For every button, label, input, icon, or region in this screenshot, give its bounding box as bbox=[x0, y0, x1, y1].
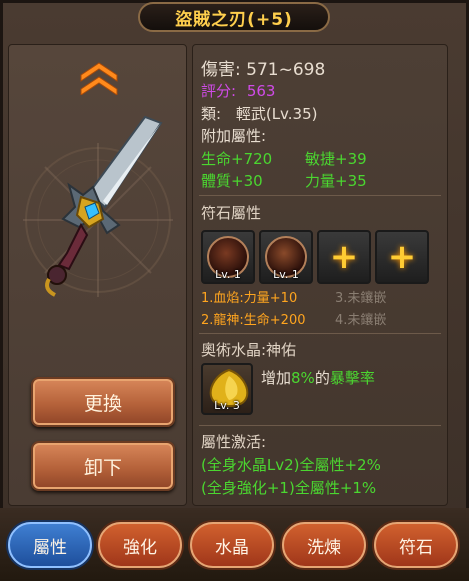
replace-button[interactable]: 更換 bbox=[31, 377, 175, 427]
type-value: 輕武(Lv.35) bbox=[235, 105, 318, 123]
extra-attr-label: 附加屬性: bbox=[201, 127, 267, 145]
add-rune-icon: + bbox=[387, 237, 417, 277]
rune-slot-2[interactable]: Lv. 1 bbox=[259, 230, 313, 284]
rune-line-4: 4.未鑲嵌 bbox=[335, 313, 387, 328]
tab-crystal[interactable]: 水晶 bbox=[190, 522, 274, 568]
type-label: 類: bbox=[201, 105, 222, 123]
crystal-section-title: 奧術水晶:神佑 bbox=[201, 341, 297, 359]
tab-refine[interactable]: 洗煉 bbox=[282, 522, 366, 568]
rune-slot-3[interactable]: + bbox=[317, 230, 371, 284]
upgrade-chevron-icon bbox=[80, 62, 118, 95]
tab-attributes[interactable]: 屬性 bbox=[8, 522, 92, 568]
rune-line-1: 1.血焰:力量+10 bbox=[201, 291, 298, 306]
unequip-button[interactable]: 卸下 bbox=[31, 441, 175, 491]
divider bbox=[199, 195, 441, 196]
type-row: 類: 輕武(Lv.35) bbox=[201, 103, 317, 124]
extra-attr-strength: 力量+35 bbox=[305, 172, 367, 190]
item-details-panel: 傷害: 571~698 評分: 563 類: 輕武(Lv.35) 附加屬性: 生… bbox=[192, 44, 448, 506]
divider bbox=[199, 425, 441, 426]
damage-value: 571~698 bbox=[246, 60, 326, 80]
crystal-slot[interactable]: Lv. 3 bbox=[201, 363, 253, 415]
rune-section-title: 符石屬性 bbox=[201, 204, 262, 222]
rune-slot-4[interactable]: + bbox=[375, 230, 429, 284]
damage-label: 傷害: bbox=[201, 60, 241, 80]
rating-value: 563 bbox=[246, 82, 276, 100]
extra-attr-constitution: 體質+30 bbox=[201, 172, 263, 190]
item-title: 盜賊之刃(+5) bbox=[138, 2, 330, 32]
rating-label: 評分: bbox=[201, 82, 237, 100]
divider bbox=[199, 333, 441, 334]
tab-enhance[interactable]: 強化 bbox=[98, 522, 182, 568]
rune-slot-level: Lv. 1 bbox=[215, 268, 241, 281]
rating-row: 評分: 563 bbox=[201, 80, 275, 101]
crystal-desc-stat: 暴擊率 bbox=[329, 369, 375, 387]
activation-line-1: (全身水晶Lv2)全屬性+2% bbox=[201, 456, 381, 474]
item-preview-panel: 更換 卸下 bbox=[8, 44, 187, 506]
extra-attr-agility: 敏捷+39 bbox=[305, 150, 367, 168]
crystal-desc-value: 8% bbox=[291, 369, 315, 387]
crystal-level: Lv. 3 bbox=[214, 399, 240, 412]
crystal-desc-prefix: 增加 bbox=[261, 369, 292, 387]
damage-row: 傷害: 571~698 bbox=[201, 55, 325, 80]
crystal-desc: 增加8%的暴擊率 bbox=[261, 367, 375, 388]
activation-line-2: (全身強化+1)全屬性+1% bbox=[201, 479, 377, 497]
rune-slot-1[interactable]: Lv. 1 bbox=[201, 230, 255, 284]
tab-rune[interactable]: 符石 bbox=[374, 522, 458, 568]
rune-line-3: 3.未鑲嵌 bbox=[335, 291, 387, 306]
add-rune-icon: + bbox=[329, 237, 359, 277]
crystal-desc-mid: 的 bbox=[314, 369, 330, 387]
bottom-tab-bar: 屬性 強化 水晶 洗煉 符石 bbox=[0, 508, 469, 581]
extra-attr-hp: 生命+720 bbox=[201, 150, 273, 168]
rune-slot-level: Lv. 1 bbox=[273, 268, 299, 281]
activation-section-title: 屬性激活: bbox=[201, 433, 267, 451]
rune-line-2: 2.龍神:生命+200 bbox=[201, 313, 306, 328]
dagger-icon bbox=[23, 115, 173, 297]
